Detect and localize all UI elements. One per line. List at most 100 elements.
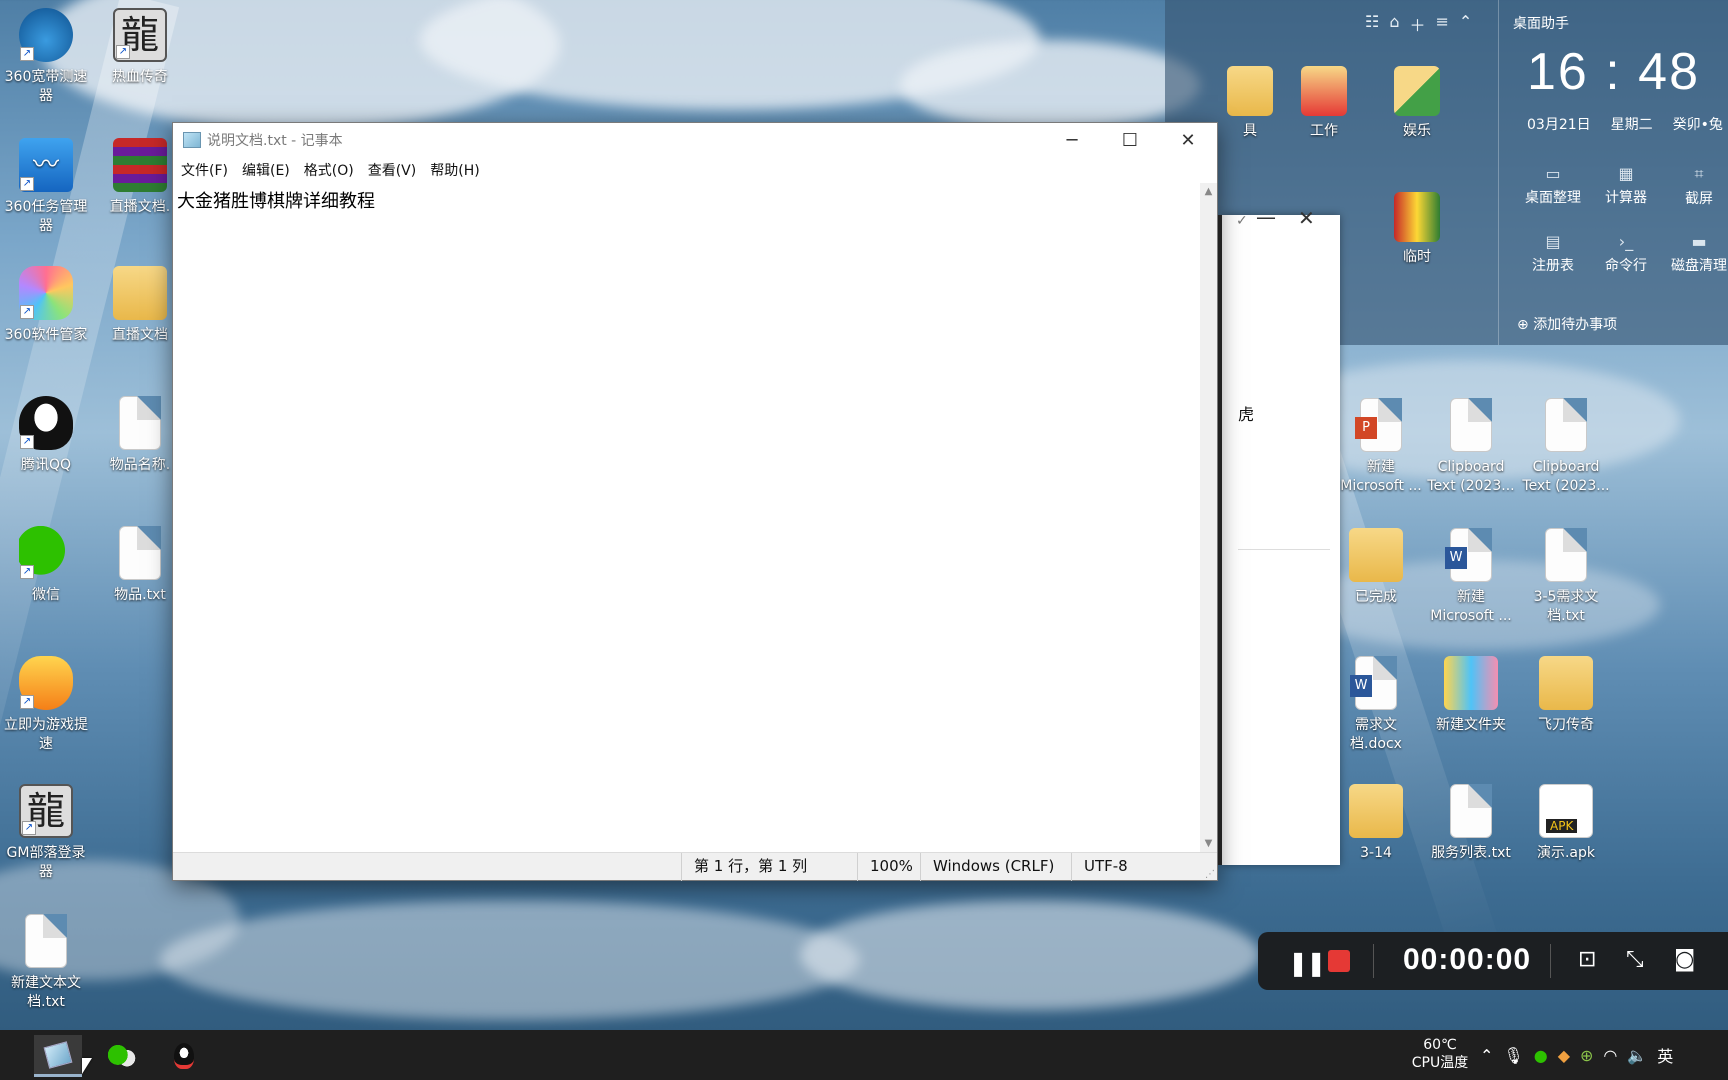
tool-desktop-organize[interactable]: ▭ 桌面整理 xyxy=(1515,164,1591,208)
taskbar-file-explorer[interactable] xyxy=(0,1035,10,1077)
pause-button[interactable]: ❚❚ xyxy=(1288,949,1326,977)
text-file-icon xyxy=(119,396,161,450)
background-window[interactable]: ✓ — ✕ 虎 xyxy=(1208,205,1340,865)
wechat-icon xyxy=(108,1045,136,1067)
desktop-icon[interactable]: ↗ 微信 xyxy=(0,526,92,605)
desktop-icon[interactable]: ↗ 360软件管家 xyxy=(0,266,92,345)
calculator-icon: ▦ xyxy=(1618,164,1634,183)
desktop-icon[interactable]: Clipboard Text (2023... xyxy=(1520,398,1612,496)
app-tray-icon[interactable]: ◆ xyxy=(1558,1046,1570,1065)
desktop-icon[interactable]: 具 xyxy=(1215,66,1285,141)
encoding: UTF-8 xyxy=(1071,853,1201,881)
desktop-icon[interactable]: Clipboard Text (2023... xyxy=(1425,398,1517,496)
widget-toolbar: ☷ ⌂ ＋ ≡ ⌃ xyxy=(1365,12,1472,36)
desktop-icon[interactable]: 临时 xyxy=(1375,192,1459,267)
menu-file[interactable]: 文件(F) xyxy=(181,160,228,180)
add-todo-button[interactable]: ⊕ 添加待办事项 xyxy=(1517,314,1617,334)
plus-circle-icon: ⊕ xyxy=(1517,317,1529,333)
folder-icon xyxy=(1349,784,1403,838)
desktop-icon[interactable]: APK 演示.apk xyxy=(1520,784,1612,863)
resize-grip-icon[interactable]: ⋰ xyxy=(1205,869,1215,880)
menu-help[interactable]: 帮助(H) xyxy=(430,160,479,180)
camera-icon[interactable]: ◙ xyxy=(1674,947,1695,972)
close-button[interactable]: ✕ xyxy=(1159,123,1217,157)
volume-icon[interactable]: 🔈 xyxy=(1627,1046,1647,1065)
notepad-window[interactable]: 说明文档.txt - 记事本 ─ ☐ ✕ 文件(F) 编辑(E) 格式(O) 查… xyxy=(172,122,1218,881)
desktop-icon[interactable]: 新建文本文档.txt xyxy=(0,914,92,1012)
scroll-down-icon[interactable]: ▼ xyxy=(1200,835,1217,852)
menu-view[interactable]: 查看(V) xyxy=(368,160,417,180)
maximize-button[interactable]: ☐ xyxy=(1101,123,1159,157)
collapse-icon[interactable]: ⌃ xyxy=(1459,12,1472,36)
cpu-temperature[interactable]: 60℃ CPU温度 xyxy=(1400,1036,1480,1072)
speedometer-icon: ↗ xyxy=(19,8,73,62)
wifi-icon[interactable]: ◠ xyxy=(1603,1046,1617,1065)
desktop-icon[interactable]: 工作 xyxy=(1282,66,1366,141)
desktop-icon[interactable]: ↗ 腾讯QQ xyxy=(0,396,92,475)
stop-button[interactable] xyxy=(1328,950,1350,972)
menu-icon[interactable]: ≡ xyxy=(1436,12,1449,36)
powerpoint-file-icon: P xyxy=(1355,398,1402,452)
cpu-temp-label: CPU温度 xyxy=(1411,1055,1469,1071)
menu-edit[interactable]: 编辑(E) xyxy=(242,160,290,180)
desktop-icon[interactable]: 新建文件夹 xyxy=(1425,656,1517,735)
tool-registry[interactable]: ▤ 注册表 xyxy=(1515,232,1591,275)
desktop-icon[interactable]: 3-14 xyxy=(1330,784,1422,863)
desktop-icon[interactable]: W 新建 Microsoft ... xyxy=(1425,528,1517,626)
desktop-icon[interactable]: 〰 ↗ 360任务管理器 xyxy=(0,138,92,236)
microphone-icon[interactable]: 🎙 xyxy=(1503,1046,1523,1065)
mouse-cursor-icon xyxy=(82,1058,92,1074)
lock-icon[interactable]: ⌂ xyxy=(1389,12,1399,36)
folder-icon xyxy=(1444,656,1498,710)
desktop-icon[interactable]: ↗ 360宽带测速器 xyxy=(0,8,92,106)
add-icon[interactable]: ＋ xyxy=(1410,12,1426,36)
desktop-icon[interactable]: ↗ 立即为游戏提速 xyxy=(0,656,92,754)
list-icon[interactable]: ☷ xyxy=(1365,12,1379,36)
desktop-icon[interactable]: 3-5需求文档.txt xyxy=(1520,528,1612,626)
tool-command-line[interactable]: ›_ 命令行 xyxy=(1591,232,1661,275)
vertical-scrollbar[interactable]: ▲ ▼ xyxy=(1200,183,1217,852)
tool-calculator[interactable]: ▦ 计算器 xyxy=(1591,164,1661,208)
tool-disk-cleanup[interactable]: ▬ 磁盘清理 xyxy=(1661,232,1728,275)
bg-divider xyxy=(1238,549,1330,550)
bg-close-button[interactable]: ✕ xyxy=(1298,206,1315,230)
window-controls: ─ ☐ ✕ xyxy=(1043,123,1217,157)
text-file-icon xyxy=(119,526,161,580)
desktop-icon[interactable]: 服务列表.txt xyxy=(1425,784,1517,863)
text-editor-area[interactable]: 大金猪胜博棋牌详细教程 xyxy=(173,183,1200,852)
line-ending: Windows (CRLF) xyxy=(920,853,1071,881)
region-capture-icon[interactable]: ⊡ xyxy=(1578,947,1596,972)
tool-screenshot[interactable]: ⌗ 截屏 xyxy=(1661,164,1728,208)
dragon-logo-icon: 龍 ↗ xyxy=(19,784,73,838)
desktop-icon[interactable]: 龍 ↗ 热血传奇 xyxy=(94,8,186,87)
shrink-icon[interactable]: ⤡ xyxy=(1626,947,1644,972)
bg-minimize-button[interactable]: — xyxy=(1256,205,1276,229)
text-file-icon xyxy=(1450,398,1492,452)
recorder-divider xyxy=(1550,944,1551,978)
wechat-icon: ↗ xyxy=(19,526,73,580)
bg-chevron-icon[interactable]: ✓ xyxy=(1236,213,1248,229)
wechat-tray-icon[interactable]: ● xyxy=(1534,1046,1548,1065)
desktop-icon[interactable]: 娱乐 xyxy=(1375,66,1459,141)
status-bar: 第 1 行，第 1 列 100% Windows (CRLF) UTF-8 ⋰ xyxy=(173,852,1217,881)
chevron-up-icon[interactable]: ⌃ xyxy=(1480,1046,1493,1065)
desktop-icon[interactable]: 已完成 xyxy=(1330,528,1422,607)
disk-icon: ▬ xyxy=(1691,232,1707,251)
taskbar-wechat[interactable] xyxy=(98,1035,146,1077)
menu-format[interactable]: 格式(O) xyxy=(304,160,354,180)
taskbar-qq[interactable] xyxy=(160,1035,208,1077)
widget-divider xyxy=(1498,0,1499,345)
minimize-button[interactable]: ─ xyxy=(1043,123,1101,157)
desktop-icon[interactable]: 龍 ↗ GM部落登录器 xyxy=(0,784,92,882)
text-file-icon xyxy=(25,914,67,968)
desktop-icon[interactable]: P 新建 Microsoft ... xyxy=(1335,398,1427,496)
desktop-icon[interactable]: 飞刀传奇 xyxy=(1520,656,1612,735)
taskbar-notepad[interactable] xyxy=(34,1035,82,1077)
widget-tools: ▭ 桌面整理 ▦ 计算器 ⌗ 截屏 ▤ 注册表 ›_ 命令行 ▬ 磁盘清理 xyxy=(1515,164,1728,275)
plus-tray-icon[interactable]: ⊕ xyxy=(1580,1046,1593,1065)
ime-indicator[interactable]: 英 xyxy=(1657,1043,1673,1067)
desktop-icon[interactable]: W 需求文档.docx xyxy=(1330,656,1422,754)
qq-penguin-icon xyxy=(174,1043,194,1069)
zoom-level: 100% xyxy=(857,853,920,881)
scroll-up-icon[interactable]: ▲ xyxy=(1200,183,1217,200)
